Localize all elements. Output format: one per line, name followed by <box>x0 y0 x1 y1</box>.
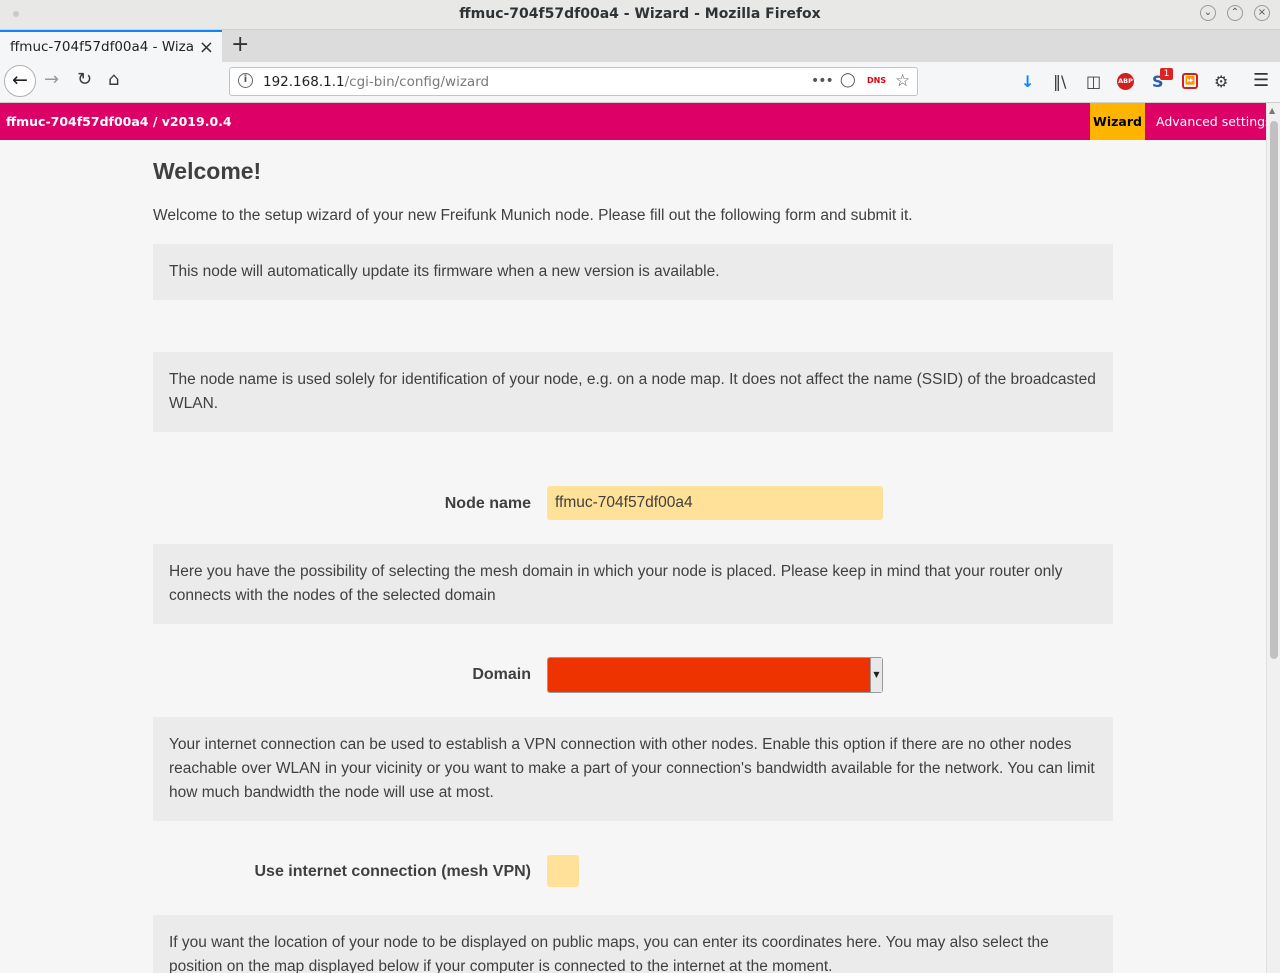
site-info-icon[interactable]: i <box>238 73 253 88</box>
extension-badge: 1 <box>1160 68 1173 80</box>
menu-hamburger-icon[interactable]: ☰ <box>1253 70 1269 91</box>
hostname-label: Node name <box>444 495 531 512</box>
bookmark-star-icon[interactable]: ☆ <box>895 71 910 91</box>
location-help: If you want the location of your node to… <box>153 915 1113 973</box>
download-icon[interactable]: ↓ <box>1021 72 1034 91</box>
reload-button[interactable]: ↻ <box>77 69 92 90</box>
wrench-icon[interactable]: ⚙ <box>1214 72 1228 91</box>
domain-select[interactable]: ▼ <box>547 657 883 693</box>
sidebar-icon[interactable]: ◫ <box>1086 72 1101 91</box>
arrow-left-icon: ← <box>12 69 28 91</box>
pocket-icon[interactable]: ◯ <box>840 72 856 88</box>
page-title: Welcome! <box>153 158 262 184</box>
intro-text: Welcome to the setup wizard of your new … <box>153 207 913 224</box>
url-text[interactable]: 192.168.1.1/cgi-bin/config/wizard <box>263 74 489 90</box>
tab-title: ffmuc-704f57df00a4 - Wizard <box>10 39 195 55</box>
scroll-up-icon[interactable]: ▲ <box>1269 106 1275 115</box>
window-titlebar: ffmuc-704f57df00a4 - Wizard - Mozilla Fi… <box>0 0 1280 30</box>
navigation-toolbar: ← → ↻ ⌂ i 192.168.1.1/cgi-bin/config/wiz… <box>0 62 1280 103</box>
mesh-vpn-checkbox[interactable] <box>547 855 579 887</box>
tab-wizard[interactable]: ffmuc-704f57df00a4 - Wizard × <box>0 30 222 62</box>
url-host: 192.168.1.1 <box>263 74 345 90</box>
new-tab-button[interactable]: + <box>231 32 249 57</box>
scrollbar-thumb[interactable] <box>1270 121 1278 659</box>
dropdown-arrow-icon: ▼ <box>870 658 882 692</box>
tab-strip: ffmuc-704f57df00a4 - Wizard × + <box>0 30 1280 62</box>
domain-label: Domain <box>472 666 531 683</box>
autoupdate-note: This node will automatically update its … <box>153 244 1113 300</box>
node-brand: ffmuc-704f57df00a4 / v2019.0.4 <box>6 114 232 129</box>
minimize-button[interactable]: ⌄ <box>1200 5 1216 21</box>
vertical-scrollbar[interactable]: ▲ <box>1266 103 1280 973</box>
page-viewport: ffmuc-704f57df00a4 / v2019.0.4 Wizard Ad… <box>0 103 1266 973</box>
window-title: ffmuc-704f57df00a4 - Wizard - Mozilla Fi… <box>459 6 821 22</box>
nav-advanced-settings-link[interactable]: Advanced settings <box>1156 114 1266 129</box>
close-window-button[interactable]: × <box>1254 5 1270 21</box>
maximize-button[interactable]: ⌃ <box>1227 5 1243 21</box>
url-path: /cgi-bin/config/wizard <box>344 74 490 90</box>
mesh-vpn-help: Your internet connection can be used to … <box>153 717 1113 821</box>
tab-close-icon[interactable]: × <box>199 37 214 58</box>
mesh-vpn-label: Use internet connection (mesh VPN) <box>254 863 532 880</box>
nav-wizard-link[interactable]: Wizard <box>1090 103 1145 140</box>
extension-forward-icon[interactable]: ⏩ <box>1182 73 1198 89</box>
adblock-plus-icon[interactable]: ABP <box>1117 73 1134 90</box>
home-button[interactable]: ⌂ <box>108 69 119 90</box>
back-button[interactable]: ← <box>4 65 36 97</box>
site-header: ffmuc-704f57df00a4 / v2019.0.4 Wizard Ad… <box>0 103 1266 140</box>
library-icon[interactable]: ‖\ <box>1053 72 1066 91</box>
url-bar[interactable]: i 192.168.1.1/cgi-bin/config/wizard ••• … <box>229 67 918 96</box>
dns-indicator[interactable]: DNS <box>867 76 886 85</box>
hostname-help: The node name is used solely for identif… <box>153 352 1113 432</box>
page-actions-button[interactable]: ••• <box>811 73 834 89</box>
hostname-input[interactable] <box>547 486 883 520</box>
forward-button[interactable]: → <box>44 69 59 90</box>
domain-help: Here you have the possibility of selecti… <box>153 544 1113 624</box>
